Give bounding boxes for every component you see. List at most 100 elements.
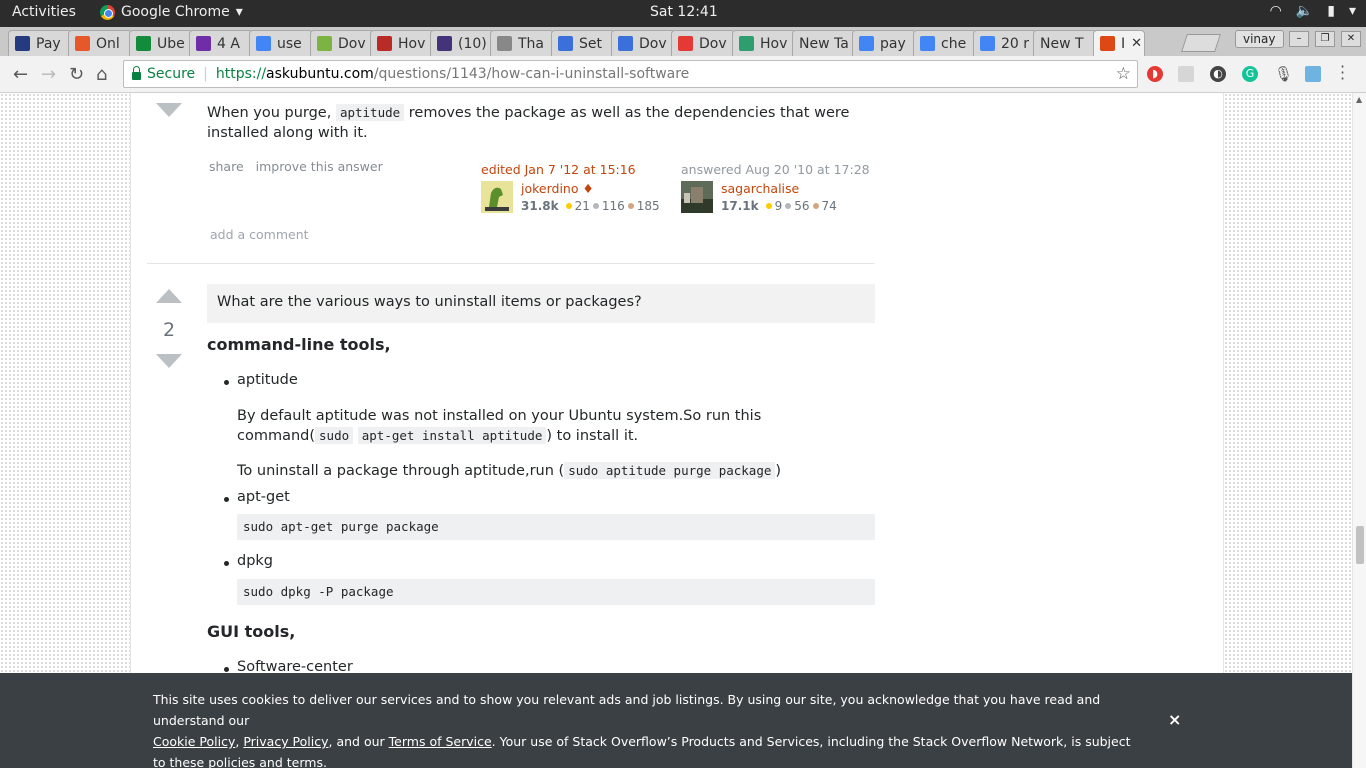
tab-9[interactable]: Tha [490, 30, 554, 56]
list-bullet [224, 497, 229, 502]
volume-icon[interactable]: 🔈 [1296, 3, 1313, 19]
new-tab-button[interactable] [1181, 34, 1221, 52]
tab-16[interactable]: che [913, 30, 977, 56]
silver-badge-icon [785, 203, 792, 209]
cookie-policy-link[interactable]: Cookie Policy [153, 734, 235, 749]
tab-2[interactable]: Onl [68, 30, 132, 56]
tab-13[interactable]: Hov [732, 30, 796, 56]
tab-18[interactable]: New T [1033, 30, 1097, 56]
url-path: /questions/1143/how-can-i-uninstall-soft… [373, 66, 690, 82]
secure-label: Secure [147, 66, 196, 82]
tab-label: pay [880, 35, 906, 52]
link-icon [678, 36, 693, 51]
google-icon [980, 36, 995, 51]
minimize-button[interactable]: – [1289, 31, 1309, 47]
author-username[interactable]: sagarchalise [721, 181, 799, 196]
blockquote: What are the various ways to uninstall i… [207, 284, 875, 323]
extension-red-icon[interactable]: ◗ [1147, 66, 1163, 82]
downvote-button[interactable] [156, 103, 182, 117]
privacy-policy-link[interactable]: Privacy Policy [243, 734, 328, 749]
tab-5[interactable]: use [249, 30, 313, 56]
lock-icon [132, 66, 141, 80]
close-window-button[interactable]: ✕ [1341, 31, 1361, 47]
tab-4[interactable]: 4 A [189, 30, 253, 56]
tab-label: I [1121, 35, 1126, 52]
tab-11[interactable]: Dov [611, 30, 675, 56]
home-icon[interactable]: ⌂ [96, 64, 107, 85]
tab-label: Dov [338, 35, 366, 52]
extension-dark-icon[interactable]: ◐ [1210, 66, 1226, 82]
maximize-button[interactable]: ❐ [1315, 31, 1335, 47]
upwork-icon [136, 36, 151, 51]
reload-icon[interactable]: ↻ [69, 64, 84, 85]
code-block-dpkg: sudo dpkg -P package [237, 579, 875, 605]
heading-command-line-tools: command-line tools, [207, 335, 391, 354]
answer-text: When you purge, [207, 105, 336, 121]
reputation-score: 31.8k [521, 199, 559, 213]
vote-count: 2 [162, 319, 176, 341]
terms-of-service-link[interactable]: Terms of Service [389, 734, 492, 749]
tab-label: Dov [639, 35, 667, 52]
tab-14[interactable]: New Ta [792, 30, 856, 56]
extension-blue-icon[interactable] [1305, 66, 1321, 82]
paragraph-text: ) [775, 463, 782, 479]
system-tray[interactable]: ◠ 🔈 ▮ ▾ [1270, 3, 1356, 19]
app-name: Google Chrome [121, 4, 230, 20]
quora-icon [377, 36, 392, 51]
tab-10[interactable]: Set [551, 30, 615, 56]
grammarly-icon[interactable]: G [1242, 66, 1258, 82]
tab-3[interactable]: Ube [129, 30, 193, 56]
page-scrollbar[interactable]: ▲ [1352, 93, 1366, 768]
power-menu-icon[interactable]: ▾ [1349, 3, 1356, 19]
tab-label: Dov [699, 35, 727, 52]
avatar[interactable] [681, 181, 713, 213]
improve-answer-link[interactable]: improve this answer [256, 159, 383, 174]
extension-reader-icon[interactable] [1178, 66, 1194, 82]
editor-username[interactable]: jokerdino ♦ [521, 181, 594, 196]
activities-button[interactable]: Activities [12, 4, 76, 20]
google-icon [920, 36, 935, 51]
close-banner-button[interactable]: × [1168, 709, 1181, 730]
cookie-text: , and our [328, 734, 385, 749]
answered-timestamp[interactable]: answered Aug 20 '10 at 17:28 [681, 162, 871, 177]
cookie-notice-text: This site uses cookies to deliver our se… [153, 689, 1143, 768]
add-comment-link[interactable]: add a comment [210, 227, 309, 242]
tab-17[interactable]: 20 r [973, 30, 1037, 56]
author-signature: answered Aug 20 '10 at 17:28 sagarchalis… [681, 162, 871, 222]
clock[interactable]: Sat 12:41 [650, 4, 718, 20]
edited-timestamp[interactable]: edited Jan 7 '12 at 15:16 [481, 162, 671, 177]
wifi-icon[interactable]: ◠ [1270, 3, 1282, 19]
share-link[interactable]: share [209, 159, 244, 174]
scroll-up-icon[interactable]: ▲ [1356, 95, 1362, 104]
omnibox-separator: | [203, 66, 208, 82]
chrome-icon [100, 4, 115, 20]
shopping-bag-icon [75, 36, 90, 51]
post-menu: share improve this answer [209, 159, 391, 174]
bookmark-star-icon[interactable]: ☆ [1116, 64, 1131, 84]
battery-icon[interactable]: ▮ [1327, 3, 1335, 19]
tab-15[interactable]: pay [852, 30, 916, 56]
protonmail-icon [437, 36, 452, 51]
forward-icon[interactable]: → [41, 64, 56, 85]
back-icon[interactable]: ← [13, 64, 28, 85]
tab-7[interactable]: Hov [370, 30, 434, 56]
tab-1[interactable]: Pay [8, 30, 72, 56]
author-reputation: 17.1k 9 56 74 [721, 199, 837, 213]
tab-6[interactable]: Dov [310, 30, 374, 56]
downvote-button[interactable] [156, 354, 182, 368]
tab-19[interactable]: I ✕ [1093, 30, 1145, 56]
microphone-icon[interactable]: 🎙 [1274, 66, 1293, 82]
system-top-bar: Activities Google Chrome ▾ Sat 12:41 ◠ 🔈… [0, 0, 1366, 27]
chrome-menu-icon[interactable]: · · · [1340, 59, 1345, 87]
upvote-button[interactable] [156, 289, 182, 303]
tab-label: Tha [518, 35, 545, 52]
tab-8[interactable]: (10) [430, 30, 494, 56]
avatar[interactable] [481, 181, 513, 213]
tab-label: Hov [398, 35, 426, 52]
profile-button[interactable]: vinay [1235, 30, 1284, 48]
address-bar[interactable]: Secure | https://askubuntu.com/questions… [123, 60, 1138, 88]
app-menu[interactable]: Google Chrome ▾ [100, 4, 243, 20]
scrollbar-thumb[interactable] [1356, 526, 1364, 564]
tab-12[interactable]: Dov [671, 30, 735, 56]
close-tab-icon[interactable]: ✕ [1131, 36, 1142, 51]
